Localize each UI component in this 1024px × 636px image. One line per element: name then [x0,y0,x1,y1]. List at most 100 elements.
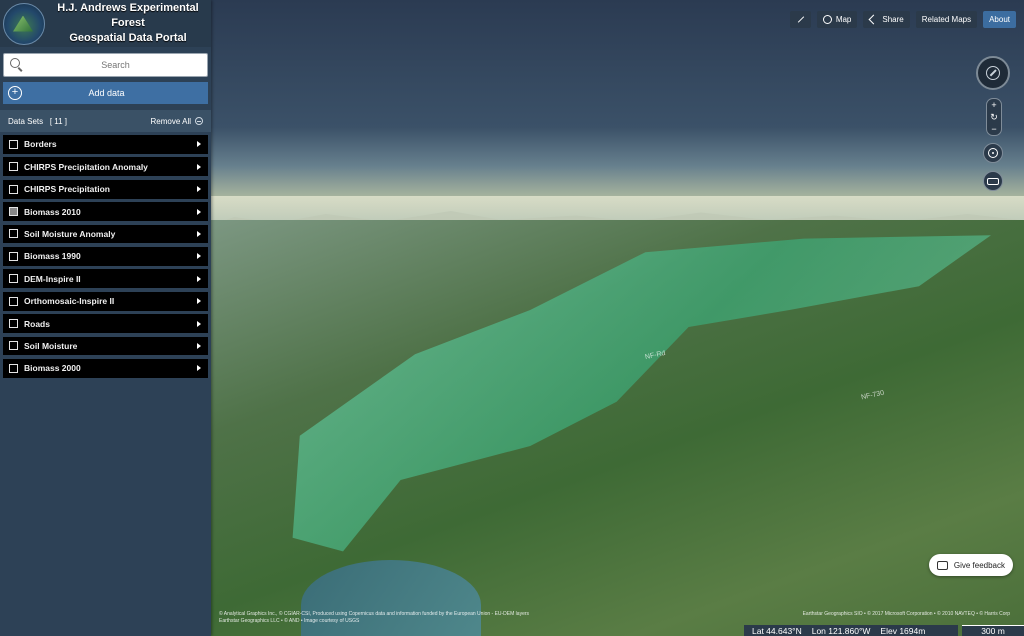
related-maps-button[interactable]: Related Maps [915,11,978,28]
chevron-right-icon[interactable] [197,298,201,305]
zoom-control: + ↻ − [986,98,1002,136]
attribution-left-2: Earthstar Geographics LLC • © AND • Imag… [219,618,360,624]
dataset-label: Orthomosaic-Inspire II [24,296,115,307]
add-data-label: Add data [88,88,125,98]
status-bar: Lat 44.643°N Lon 121.860°W Elev 1694m 30… [744,625,1024,636]
brand-title-line2: Geospatial Data Portal [69,32,187,44]
search-box[interactable] [3,53,208,77]
attribution-left: © Analytical Graphics Inc., © CGIAR-CSI,… [219,611,530,617]
checkbox[interactable] [9,229,18,239]
datasets-label: Data Sets [8,116,44,126]
dataset-label: CHIRPS Precipitation [24,184,110,195]
dataset-item[interactable]: Roads [3,314,208,333]
datasets-count: [ 11 ] [49,116,68,126]
latitude: Lat 44.643°N [752,625,802,636]
chevron-right-icon[interactable] [197,230,201,237]
dataset-label: Soil Moisture Anomaly [24,228,116,239]
chevron-right-icon[interactable] [197,186,201,193]
dataset-item[interactable]: Soil Moisture [3,336,208,356]
globe-icon [822,15,832,24]
checkbox[interactable] [9,207,18,217]
chevron-right-icon[interactable] [197,320,201,327]
dataset-label: Biomass 2010 [24,206,81,217]
remove-all-button[interactable]: Remove All [151,117,203,126]
chevron-right-icon[interactable] [197,342,201,349]
plus-circle-icon: + [8,86,22,100]
chevron-right-icon[interactable] [197,275,201,282]
chevron-right-icon[interactable] [197,365,201,372]
dataset-item[interactable]: CHIRPS Precipitation [3,179,208,199]
about-button[interactable]: About [983,11,1016,28]
chevron-right-icon[interactable] [197,163,201,170]
checkbox[interactable] [9,296,18,306]
zoom-out-icon[interactable]: − [991,124,996,134]
checkbox[interactable] [9,319,18,329]
dataset-item[interactable]: Biomass 2000 [3,358,208,378]
feedback-icon [936,560,948,570]
sidebar: H.J. Andrews Experimental Forest Geospat… [0,0,211,636]
zoom-in-icon[interactable]: + [991,100,996,110]
attribution-right: Earthstar Geographics SIO • © 2017 Micro… [802,611,1010,617]
search-icon [10,58,24,72]
coordinates-readout: Lat 44.643°N Lon 121.860°W Elev 1694m [744,625,958,636]
datasets-title: Data Sets [ 11 ] [8,117,151,126]
checkbox[interactable] [9,363,18,373]
dataset-item[interactable]: Orthomosaic-Inspire II [3,291,208,311]
about-label: About [989,15,1010,24]
top-toolbar: Map Share Related Maps About [789,11,1016,28]
share-button-label: Share [882,15,904,24]
compass-control[interactable] [976,56,1010,90]
dataset-item[interactable]: CHIRPS Precipitation Anomaly [3,157,208,177]
feedback-label: Give feedback [953,560,1005,570]
brand-header: H.J. Andrews Experimental Forest Geospat… [0,0,211,47]
longitude: Lon 121.860°W [811,625,871,636]
dataset-label: DEM-Inspire II [24,273,81,284]
brand-title-line1: H.J. Andrews Experimental Forest [57,2,199,29]
datasets-header: Data Sets [ 11 ] Remove All [0,110,211,132]
add-data-button[interactable]: + Add data [3,82,208,104]
dataset-list: Borders CHIRPS Precipitation Anomaly CHI… [0,135,211,378]
vr-button[interactable] [983,171,1003,191]
dataset-label: Borders [24,139,57,150]
refresh-icon[interactable]: ↻ [990,112,998,122]
dataset-item[interactable]: Biomass 2010 [3,202,208,221]
dataset-label: CHIRPS Precipitation Anomaly [24,161,148,172]
expand-icon [796,15,805,24]
checkbox[interactable] [9,184,18,194]
give-feedback-button[interactable]: Give feedback [928,554,1013,576]
checkbox[interactable] [9,341,18,351]
related-maps-label: Related Maps [921,15,972,24]
locate-icon [988,148,998,158]
checkbox[interactable] [9,139,18,149]
search-input[interactable] [24,59,207,71]
share-icon [869,15,878,24]
chevron-right-icon[interactable] [197,141,201,148]
dataset-item[interactable]: Soil Moisture Anomaly [3,224,208,244]
chevron-right-icon[interactable] [197,208,201,215]
dataset-item[interactable]: Biomass 1990 [3,246,208,266]
elevation: Elev 1694m [880,625,926,636]
brand-title: H.J. Andrews Experimental Forest Geospat… [45,1,211,46]
remove-all-label: Remove All [150,116,191,126]
locate-button[interactable] [983,143,1003,163]
map-button[interactable]: Map [816,11,858,28]
dataset-item[interactable]: Borders [3,135,208,154]
map-viewport[interactable]: NF-Rd NF-730 [211,0,1024,636]
dataset-label: Roads [24,318,50,329]
compass-icon [986,66,1000,80]
dataset-label: Soil Moisture [24,340,78,351]
fullscreen-button[interactable] [789,11,811,28]
map-button-label: Map [835,15,852,24]
share-button[interactable]: Share [863,11,910,28]
remove-circle-icon [195,117,203,125]
chevron-right-icon[interactable] [197,253,201,260]
scale-bar: 300 m [962,625,1024,636]
checkbox[interactable] [9,251,18,261]
vr-icon [987,177,999,185]
logo[interactable] [3,2,45,45]
dataset-label: Biomass 2000 [24,363,81,374]
dataset-label: Biomass 1990 [24,251,81,262]
checkbox[interactable] [9,162,18,172]
dataset-item[interactable]: DEM-Inspire II [3,269,208,289]
checkbox[interactable] [9,274,18,284]
